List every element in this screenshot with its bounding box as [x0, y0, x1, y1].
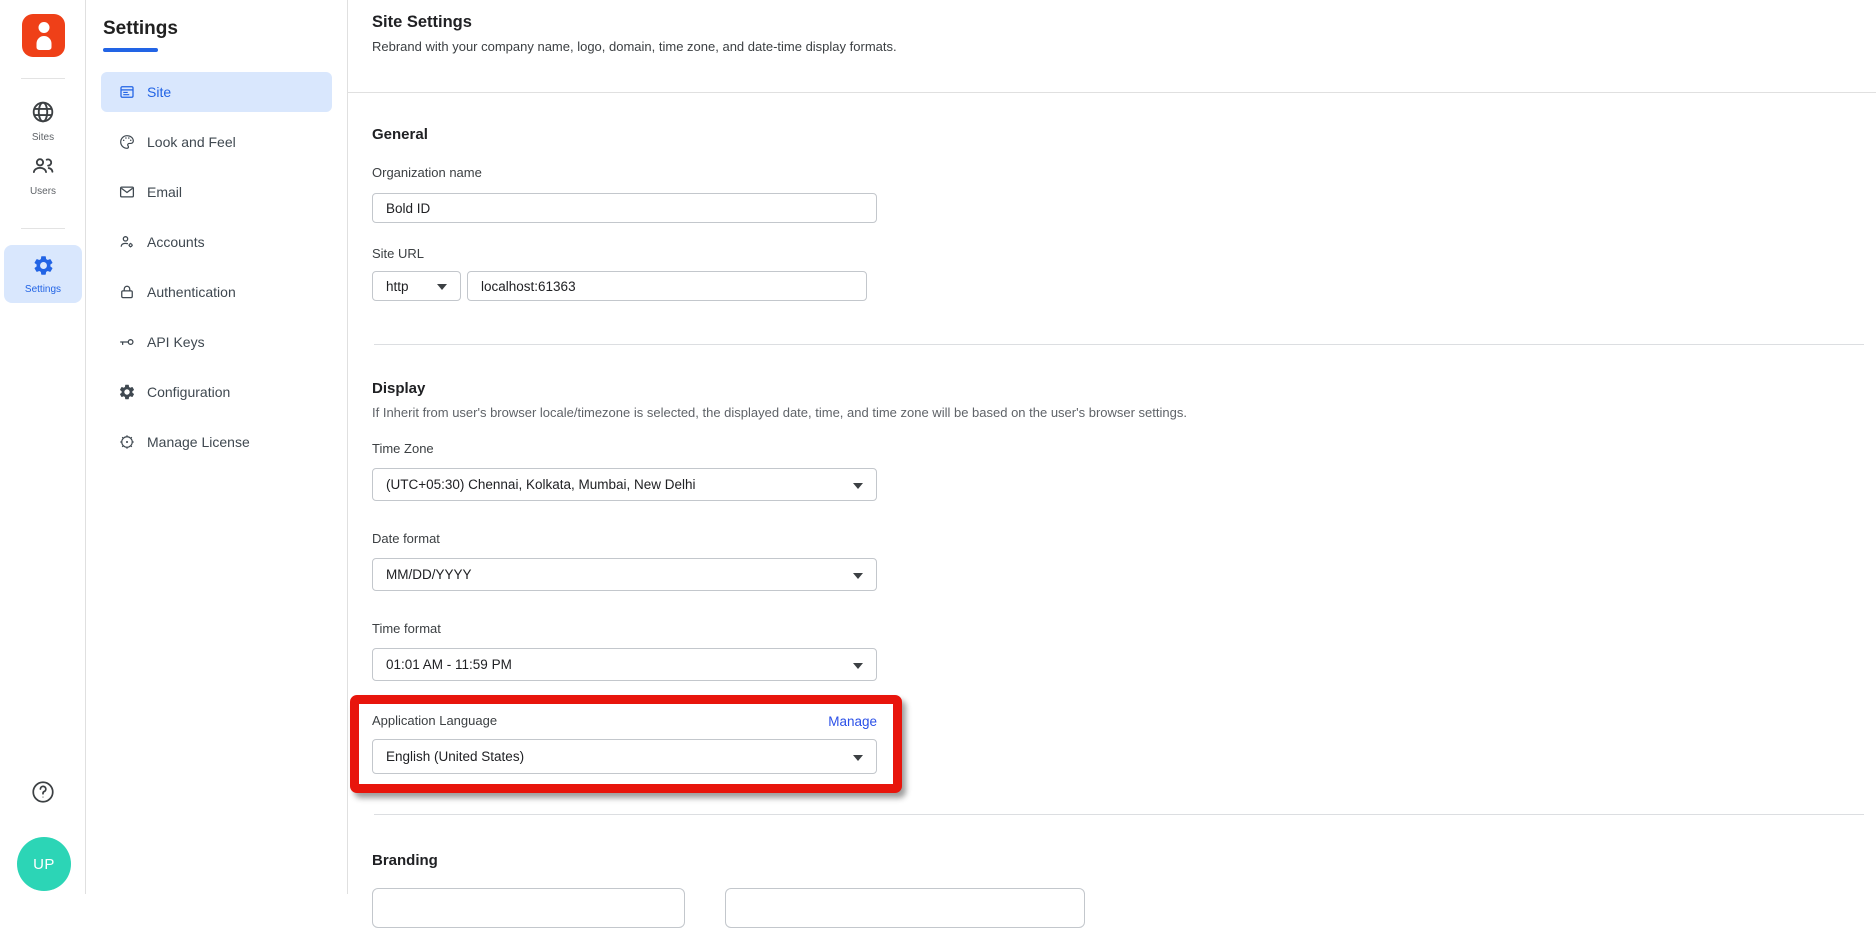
chevron-down-icon — [437, 284, 447, 290]
chevron-down-icon — [853, 482, 863, 489]
gear-icon — [34, 256, 52, 275]
sidebar-item-label: Configuration — [147, 384, 231, 400]
site-url-label: Site URL — [372, 246, 425, 261]
rail-item-label: Settings — [24, 284, 62, 295]
time-format-label: Time format — [372, 621, 441, 636]
sidebar-item-label: Accounts — [147, 234, 205, 250]
display-section-heading: Display — [372, 380, 426, 397]
time-format-select[interactable]: 01:01 AM - 11:59 PM — [372, 648, 877, 681]
user-avatar[interactable]: UP — [17, 837, 71, 891]
accounts-icon — [120, 236, 133, 248]
page-subtitle: Rebrand with your company name, logo, do… — [372, 39, 897, 54]
branding-field-right[interactable] — [725, 888, 1085, 928]
rail-item-sites[interactable]: Sites — [0, 99, 86, 143]
time-zone-value: (UTC+05:30) Chennai, Kolkata, Mumbai, Ne… — [386, 477, 696, 492]
general-section-heading: General — [372, 126, 428, 143]
sidebar-item-look-and-feel[interactable]: Look and Feel — [101, 122, 332, 162]
sidebar-item-email[interactable]: Email — [101, 172, 332, 212]
lock-icon — [121, 285, 133, 299]
sidebar-item-label: Site — [147, 84, 172, 100]
left-rail: Sites Users Settings UP — [0, 0, 86, 894]
highlight-annotation: Application Language Manage English (Uni… — [350, 695, 902, 793]
time-zone-label: Time Zone — [372, 441, 434, 456]
app-logo[interactable] — [22, 14, 65, 57]
logo-person-head-icon — [38, 22, 49, 33]
protocol-value: http — [386, 278, 409, 294]
sidebar-item-label: Email — [147, 184, 183, 200]
sidebar-item-api-keys[interactable]: API Keys — [101, 322, 332, 362]
chevron-down-icon — [853, 662, 863, 669]
gear-icon — [119, 384, 135, 400]
help-icon — [32, 781, 54, 803]
chevron-down-icon — [853, 572, 863, 579]
rail-item-label: Users — [29, 186, 57, 197]
page-header: Site Settings Rebrand with your company … — [348, 0, 1876, 93]
license-icon — [120, 435, 134, 449]
rail-divider-bottom — [21, 228, 65, 229]
branding-fields-row — [372, 888, 1876, 928]
site-url-input[interactable] — [467, 271, 867, 301]
sidebar-item-label: Look and Feel — [147, 134, 236, 150]
email-icon — [119, 186, 135, 198]
site-url-row: http — [372, 271, 1876, 301]
key-icon — [120, 339, 134, 346]
display-description: If Inherit from user's browser locale/ti… — [372, 405, 1187, 420]
page-title: Site Settings — [372, 13, 472, 31]
rail-divider-top — [21, 78, 65, 79]
organization-name-input[interactable] — [372, 193, 877, 223]
organization-name-label: Organization name — [372, 165, 482, 180]
application-language-value: English (United States) — [386, 749, 525, 764]
chevron-down-icon — [853, 754, 863, 761]
time-zone-select[interactable]: (UTC+05:30) Chennai, Kolkata, Mumbai, Ne… — [372, 468, 877, 501]
sidebar-item-manage-license[interactable]: Manage License — [101, 422, 332, 462]
sidebar-item-label: API Keys — [147, 334, 205, 350]
rail-item-users[interactable]: Users — [0, 153, 86, 197]
protocol-select[interactable]: http — [372, 271, 461, 301]
rail-item-label: Sites — [31, 132, 55, 143]
section-divider — [374, 814, 1864, 815]
date-format-label: Date format — [372, 531, 440, 546]
settings-menu: Site Look and Feel Email Accounts Authen… — [86, 72, 348, 472]
rail-item-settings[interactable]: Settings — [4, 245, 82, 303]
sidebar-item-label: Authentication — [147, 284, 236, 300]
section-divider — [374, 344, 1864, 345]
logo-person-body-icon — [36, 36, 51, 50]
settings-form: General Organization name Site URL http … — [348, 126, 1876, 928]
globe-icon — [32, 101, 54, 123]
application-language-label: Application Language — [372, 713, 498, 728]
application-language-select[interactable]: English (United States) — [372, 739, 877, 774]
settings-sidebar: Settings Site Look and Feel Email Accoun… — [86, 0, 348, 894]
date-format-select[interactable]: MM/DD/YYYY — [372, 558, 877, 591]
sidebar-item-label: Manage License — [147, 434, 250, 450]
manage-languages-link[interactable]: Manage — [828, 714, 877, 729]
sidebar-title: Settings — [103, 18, 178, 39]
sidebar-item-accounts[interactable]: Accounts — [101, 222, 332, 262]
sidebar-item-configuration[interactable]: Configuration — [101, 372, 332, 412]
date-format-value: MM/DD/YYYY — [386, 567, 472, 582]
sidebar-item-site[interactable]: Site — [101, 72, 332, 112]
users-icon — [32, 158, 54, 173]
avatar-initials: UP — [33, 855, 55, 873]
sidebar-item-authentication[interactable]: Authentication — [101, 272, 332, 312]
branding-field-left[interactable] — [372, 888, 685, 928]
application-language-row: Application Language Manage — [372, 713, 877, 729]
time-format-value: 01:01 AM - 11:59 PM — [386, 657, 512, 672]
help-button[interactable] — [30, 779, 56, 805]
site-icon — [120, 86, 134, 98]
main-content: Site Settings Rebrand with your company … — [348, 0, 1876, 928]
sidebar-title-underline — [103, 48, 158, 52]
branding-section-heading: Branding — [372, 852, 438, 869]
palette-icon — [120, 135, 134, 149]
